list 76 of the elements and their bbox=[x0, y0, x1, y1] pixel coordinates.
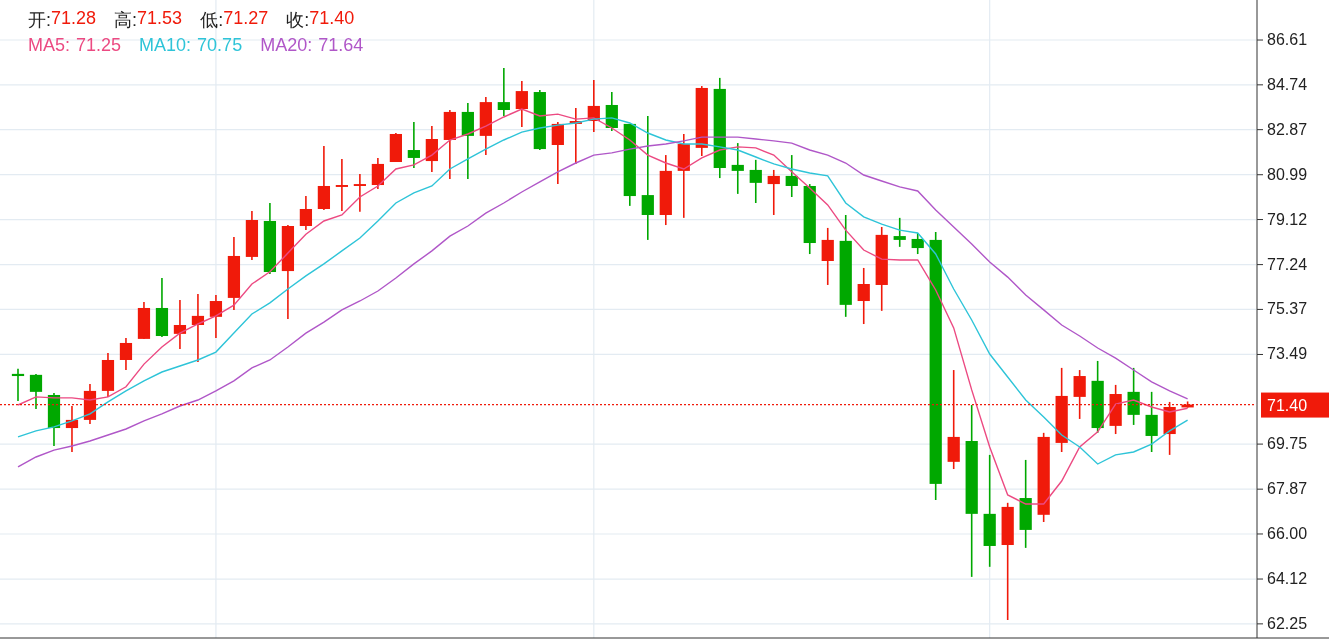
legend-value: 71.64 bbox=[318, 35, 364, 56]
candlestick bbox=[1109, 384, 1122, 435]
candlestick bbox=[425, 125, 438, 173]
candlestick bbox=[191, 293, 205, 363]
y-axis-tick-label: 69.75 bbox=[1267, 435, 1308, 453]
candlestick bbox=[785, 154, 798, 198]
y-axis-tick-label: 86.61 bbox=[1267, 31, 1308, 48]
y-axis-tick-label: 79.12 bbox=[1267, 210, 1308, 228]
candlestick bbox=[119, 337, 133, 371]
candlestick bbox=[911, 232, 924, 255]
candlestick bbox=[1127, 367, 1140, 426]
y-axis-tick-label: 67.87 bbox=[1267, 480, 1308, 498]
candlestick bbox=[209, 294, 223, 339]
candlestick bbox=[389, 132, 402, 163]
candlestick bbox=[587, 79, 600, 133]
candlestick bbox=[65, 405, 79, 453]
candlestick bbox=[83, 383, 97, 425]
candlestick bbox=[335, 158, 348, 212]
y-axis-tick-label: 73.49 bbox=[1267, 345, 1308, 363]
ohlc-value: 71.27 bbox=[223, 8, 269, 30]
candlestick bbox=[317, 145, 330, 211]
legend-label: MA10: bbox=[139, 35, 192, 56]
y-axis-tick-label: 66.00 bbox=[1267, 525, 1308, 542]
candlestick bbox=[299, 195, 312, 231]
ohlc-value: 71.53 bbox=[137, 8, 183, 30]
ohlc-label: 高: bbox=[114, 9, 138, 32]
legend-label: MA5: bbox=[28, 35, 70, 56]
y-axis-tick-label: 77.24 bbox=[1267, 255, 1308, 273]
candlestick bbox=[407, 121, 420, 169]
candlestick bbox=[533, 89, 546, 151]
candlestick bbox=[1145, 391, 1158, 453]
candlestick bbox=[767, 169, 780, 216]
candlestick bbox=[245, 210, 259, 261]
candlestick bbox=[497, 67, 510, 117]
candlestick bbox=[47, 392, 61, 447]
candlestick bbox=[893, 217, 906, 248]
ohlc-value: 71.28 bbox=[51, 8, 97, 30]
candlestick bbox=[821, 227, 834, 286]
price-label-background bbox=[1261, 392, 1329, 418]
candlestick bbox=[443, 109, 456, 180]
candlestick bbox=[857, 267, 870, 325]
candlestick bbox=[479, 96, 492, 156]
candlestick bbox=[137, 301, 151, 340]
candlestick bbox=[803, 183, 816, 255]
ohlc-value: 71.40 bbox=[309, 8, 355, 30]
candlestick bbox=[1073, 369, 1086, 420]
candlestick bbox=[731, 142, 744, 195]
candlestick bbox=[353, 173, 366, 213]
candlestick bbox=[1181, 400, 1194, 409]
candlestick bbox=[695, 85, 708, 157]
candlestick bbox=[515, 80, 528, 128]
candlestick bbox=[29, 373, 43, 410]
y-axis-tick-label: 82.87 bbox=[1267, 120, 1308, 138]
ohlc-label: 低: bbox=[200, 9, 224, 32]
candlestick bbox=[371, 157, 384, 190]
legend-value: 71.25 bbox=[76, 35, 122, 56]
y-axis-tick-label: 62.25 bbox=[1267, 614, 1308, 632]
y-axis-tick-label: 75.37 bbox=[1267, 300, 1308, 318]
candlestick bbox=[659, 154, 672, 226]
y-axis-tick-label: 84.74 bbox=[1267, 75, 1308, 93]
price-label: 71.40 bbox=[1267, 396, 1308, 414]
candlestick bbox=[173, 299, 187, 350]
y-axis-tick-label: 64.12 bbox=[1267, 570, 1308, 588]
candlestick bbox=[101, 352, 115, 398]
legend-label: MA20: bbox=[260, 35, 313, 56]
candlestick bbox=[1163, 401, 1176, 456]
candlestick bbox=[551, 121, 564, 185]
legend-value: 70.75 bbox=[197, 35, 243, 56]
candlestick bbox=[749, 159, 762, 204]
y-axis-tick-label: 80.99 bbox=[1267, 165, 1308, 183]
candlestick bbox=[569, 107, 582, 165]
candlestick bbox=[605, 91, 618, 132]
ohlc-label: 收: bbox=[286, 9, 310, 32]
ohlc-label: 开: bbox=[28, 9, 51, 32]
candlestick bbox=[11, 368, 25, 402]
candlestick bbox=[155, 277, 169, 338]
